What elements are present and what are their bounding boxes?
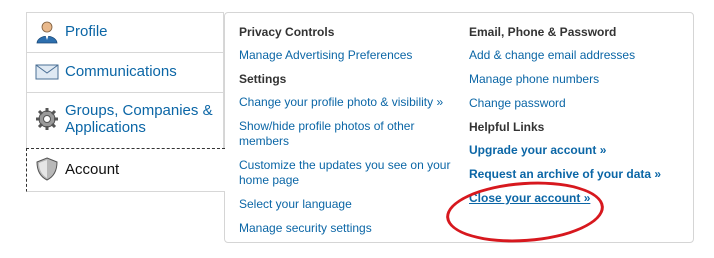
- section-heading: Privacy Controls: [239, 25, 335, 39]
- nav-label: Account: [65, 161, 120, 178]
- section-heading: Helpful Links: [469, 120, 545, 134]
- close-account-link[interactable]: Close your account »: [469, 191, 684, 206]
- nav-label: Groups, Companies & Applications: [65, 102, 213, 136]
- nav-item-profile[interactable]: Profile: [26, 12, 224, 52]
- left-column: Privacy Controls Manage Advertising Pref…: [239, 25, 454, 245]
- change-profile-photo-link[interactable]: Change your profile photo & visibility »: [239, 95, 454, 110]
- section-heading: Settings: [239, 72, 287, 86]
- show-hide-photos-link[interactable]: Show/hide profile photos of other member…: [239, 119, 454, 149]
- shield-icon: [35, 157, 59, 181]
- nav-item-account[interactable]: Account: [26, 148, 225, 192]
- select-language-link[interactable]: Select your language: [239, 197, 454, 212]
- right-column: Email, Phone & Password Add & change ema…: [469, 25, 684, 215]
- nav-label: Communications: [65, 63, 177, 80]
- section-heading: Email, Phone & Password: [469, 25, 617, 39]
- upgrade-account-link[interactable]: Upgrade your account »: [469, 143, 684, 158]
- envelope-icon: [35, 60, 59, 84]
- nav-item-communications[interactable]: Communications: [26, 52, 224, 92]
- email-addresses-link[interactable]: Add & change email addresses: [469, 48, 684, 63]
- nav-item-groups[interactable]: Groups, Companies & Applications: [26, 92, 224, 148]
- gear-icon: [35, 107, 59, 131]
- settings-nav: Profile Communications Groups, Companies…: [26, 12, 225, 192]
- nav-label: Profile: [65, 23, 108, 40]
- account-settings-panel: Privacy Controls Manage Advertising Pref…: [224, 12, 694, 243]
- change-password-link[interactable]: Change password: [469, 96, 684, 111]
- profile-icon: [35, 20, 59, 44]
- customize-updates-link[interactable]: Customize the updates you see on your ho…: [239, 158, 454, 188]
- request-archive-link[interactable]: Request an archive of your data »: [469, 167, 684, 182]
- phone-numbers-link[interactable]: Manage phone numbers: [469, 72, 684, 87]
- manage-advertising-link[interactable]: Manage Advertising Preferences: [239, 48, 454, 63]
- security-settings-link[interactable]: Manage security settings: [239, 221, 454, 236]
